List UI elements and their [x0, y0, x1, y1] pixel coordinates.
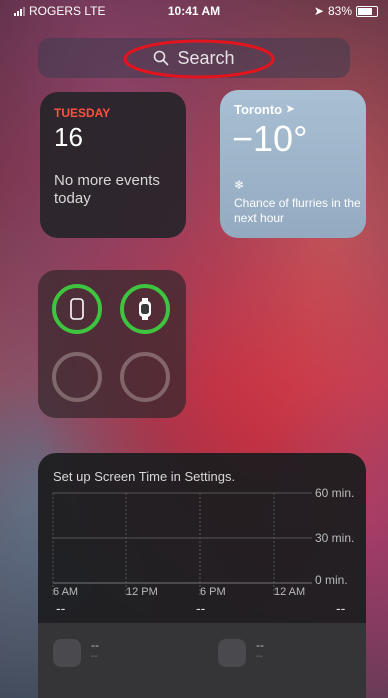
status-bar: ROGERS LTE 10:41 AM ➤ 83%	[0, 0, 388, 22]
weather-description: Chance of flurries in the next hour	[234, 196, 361, 225]
calendar-day: TUESDAY	[54, 106, 111, 120]
weather-city-row: Toronto ➤	[234, 102, 295, 117]
screen-time-app-list: -- -- -- --	[38, 623, 366, 698]
red-circle-annotation	[123, 39, 275, 79]
app-usage-subtitle: --	[91, 651, 98, 662]
app-usage-subtitle: --	[256, 651, 263, 662]
screen-time-widget[interactable]: Set up Screen Time in Settings. 60 min. …	[38, 453, 366, 698]
location-arrow-icon: ➤	[313, 4, 324, 18]
app-usage-text: -- --	[91, 639, 99, 663]
watch-battery-ring	[120, 284, 170, 334]
calendar-widget[interactable]: TUESDAY 16 No more events today	[40, 92, 186, 238]
location-arrow-icon: ➤	[286, 104, 295, 115]
x-label-6am: 6 AM	[53, 586, 78, 598]
phone-battery-ring	[52, 284, 102, 334]
app-icon-placeholder	[218, 639, 246, 667]
battery-group: ➤ 83%	[314, 4, 378, 18]
battery-percent: 83%	[327, 4, 352, 18]
placeholder-value: --	[336, 600, 346, 616]
screen-time-chart: 60 min. 30 min. 0 min. 6 AM 12 PM 6 PM 1…	[52, 486, 354, 616]
app-usage-item[interactable]: -- --	[53, 639, 99, 667]
x-label-12pm: 12 PM	[126, 586, 158, 598]
screen-time-title: Set up Screen Time in Settings.	[53, 469, 236, 484]
weather-temperature: −10°	[232, 118, 308, 159]
snowflake-icon: ❄	[234, 178, 245, 192]
placeholder-value: --	[196, 600, 206, 616]
x-label-12am: 12 AM	[274, 586, 305, 598]
app-usage-item[interactable]: -- --	[218, 639, 264, 667]
watch-icon	[139, 298, 151, 320]
calendar-date: 16	[54, 122, 83, 152]
empty-battery-ring	[120, 352, 170, 402]
app-usage-title: --	[256, 638, 264, 652]
y-label-0: 0 min.	[315, 573, 348, 587]
y-label-60: 60 min.	[315, 486, 354, 500]
empty-battery-ring	[52, 352, 102, 402]
today-view: ROGERS LTE 10:41 AM ➤ 83% Search TUESDAY…	[0, 0, 388, 698]
y-label-30: 30 min.	[315, 531, 354, 545]
app-icon-placeholder	[53, 639, 81, 667]
app-usage-title: --	[91, 638, 99, 652]
x-label-6pm: 6 PM	[200, 586, 226, 598]
weather-widget[interactable]: Toronto ➤ −10° ❄ Chance of flurries in t…	[220, 90, 366, 238]
app-usage-text: -- --	[256, 639, 264, 663]
battery-icon	[356, 5, 378, 17]
weather-city: Toronto	[234, 102, 283, 117]
calendar-message: No more events today	[54, 172, 160, 207]
batteries-widget[interactable]	[38, 270, 186, 418]
placeholder-value: --	[56, 600, 66, 616]
phone-icon	[70, 298, 84, 320]
